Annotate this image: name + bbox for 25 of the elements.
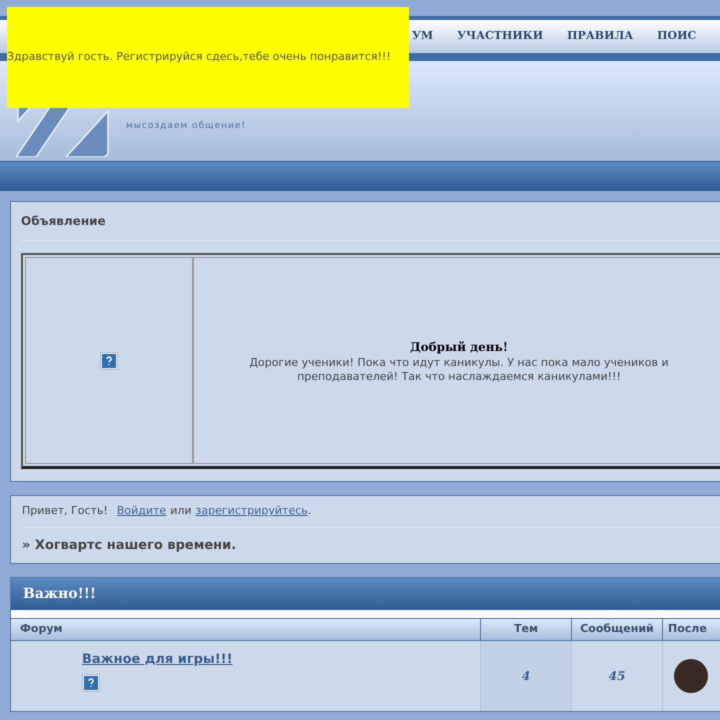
category-title: Важно!!! bbox=[23, 584, 96, 604]
column-header: После bbox=[667, 621, 708, 638]
topics-count: 4 bbox=[481, 641, 572, 711]
register-link[interactable]: зарегистрируйтесь bbox=[196, 503, 308, 520]
nav-link[interactable]: УМ bbox=[412, 28, 434, 45]
column-header: Сообщений bbox=[572, 619, 663, 640]
notice-text: Здравствуй гость. Регистрируйся сдесь,тебе очень понравится!!! bbox=[7, 49, 391, 66]
nav-link[interactable]: УЧАСТНИКИ bbox=[457, 28, 544, 45]
broken-image-icon bbox=[82, 674, 100, 692]
site-tagline: мысоздаем общение! bbox=[126, 120, 246, 132]
or-text: или bbox=[170, 503, 192, 520]
greeting-text: Привет, Гость! bbox=[22, 503, 108, 520]
period-text: . bbox=[308, 503, 312, 520]
forum-link[interactable]: Важное для игры!!! bbox=[82, 650, 233, 670]
column-header: Форум bbox=[11, 619, 481, 640]
broken-image-icon bbox=[100, 352, 118, 370]
column-header: Тем bbox=[481, 619, 572, 640]
posts-count: 45 bbox=[572, 641, 663, 711]
login-link[interactable]: Войдите bbox=[116, 503, 166, 520]
panel-title: Объявление bbox=[21, 212, 720, 241]
nav-link[interactable]: ПРАВИЛА bbox=[567, 28, 634, 45]
nav-link[interactable]: ПОИС bbox=[657, 28, 696, 45]
announcement-text: Дорогие ученики! Пока что идут каникулы. У нас пока мало учеников и преподавателей! Так что наслаждаемся каникулами!!! bbox=[248, 356, 670, 384]
forum-name: » Хогвартс нашего времени. bbox=[22, 536, 238, 555]
announcement-heading: Добрый день! bbox=[410, 338, 508, 356]
